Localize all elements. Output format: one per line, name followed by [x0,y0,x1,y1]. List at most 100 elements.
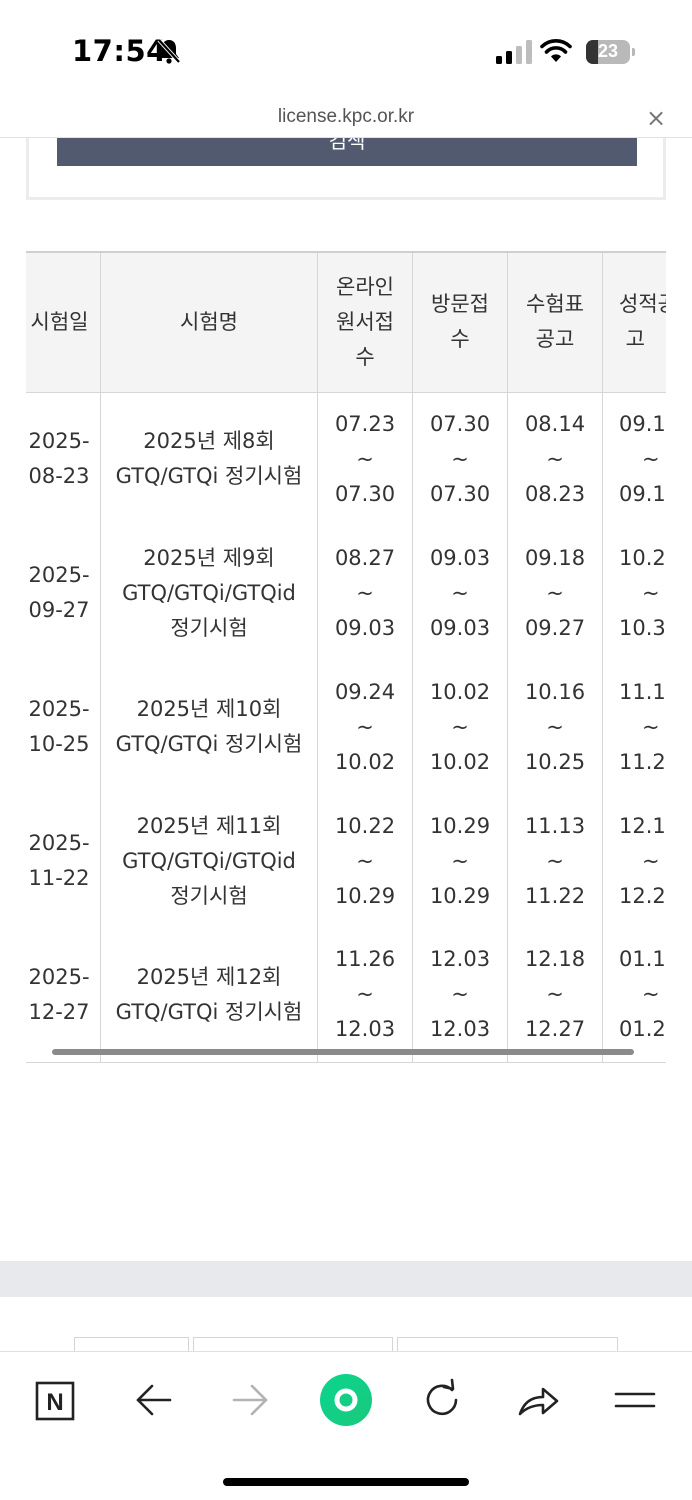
naver-n-icon[interactable]: N [28,1374,80,1426]
ticket-notice-period-end: 09.27 [508,611,602,646]
share-icon[interactable] [512,1374,564,1426]
ticket-notice-period-start: 08.14 [508,407,602,442]
status-bar: 17:54 23 [0,0,692,100]
score-notice-period-end: 10.31 [619,611,666,646]
wifi-icon [540,38,572,64]
exam-date-cell: 2025-11-22 [26,794,101,928]
menu-icon[interactable] [608,1374,660,1426]
visit-apply-period-end: 10.02 [413,745,507,780]
range-separator: ~ [413,576,507,611]
close-icon[interactable]: × [644,106,668,130]
online-apply-period-cell: 11.26~12.03 [318,928,413,1062]
visit-apply-period-start: 10.29 [413,809,507,844]
battery-level-text: 23 [586,41,630,62]
bell-slash-icon [157,38,181,64]
url-text[interactable]: license.kpc.or.kr [0,106,692,128]
exam-name-cell: 2025년 제9회 GTQ/GTQi/GTQid 정기시험 [101,526,318,660]
header-online-apply: 온라인원서접수 [318,252,413,392]
score-notice-period-cell: 12.19~12.26 [603,794,667,928]
url-bar[interactable]: license.kpc.or.kr × [0,100,692,138]
score-notice-period-end: 11.21 [619,745,666,780]
online-apply-period-start: 10.22 [318,809,412,844]
exam-name-cell: 2025년 제12회 GTQ/GTQi 정기시험 [101,928,318,1062]
range-separator: ~ [413,977,507,1012]
horizontal-scrollbar[interactable] [52,1049,634,1055]
ticket-notice-period-end: 11.22 [508,879,602,914]
range-separator: ~ [508,576,602,611]
online-apply-period-end: 10.29 [318,879,412,914]
cellular-signal-icon [496,40,532,64]
exam-name: 2025년 제8회 GTQ/GTQi 정기시험 [116,429,303,488]
header-exam-name: 시험명 [101,252,318,392]
visit-apply-period-cell: 10.29~10.29 [413,794,508,928]
score-notice-period-cell: 11.14~11.21 [603,660,667,794]
range-separator: ~ [508,442,602,477]
exam-name: 2025년 제11회 GTQ/GTQi/GTQid 정기시험 [122,814,296,908]
online-apply-period-cell: 07.23~07.30 [318,392,413,526]
search-button[interactable]: 검색 [57,138,637,166]
naver-letter: N [46,1389,63,1416]
score-notice-period-end: 09.19 [619,477,666,512]
online-apply-period-end: 07.30 [318,477,412,512]
range-separator: ~ [508,710,602,745]
range-separator: ~ [318,844,412,879]
reload-icon[interactable] [416,1374,468,1426]
exam-date-cell: 2025-10-25 [26,660,101,794]
online-apply-period-end: 12.03 [318,1012,412,1047]
table-header-row: 시험일 시험명 온라인원서접수 방문접수 수험표공고 성적공 고 [26,252,666,392]
arrow-right-icon[interactable] [224,1374,276,1426]
exam-name: 2025년 제12회 GTQ/GTQi 정기시험 [116,965,303,1024]
battery-indicator: 23 [586,40,636,64]
score-notice-period-cell: 10.24~10.31 [603,526,667,660]
arrow-left-icon[interactable] [128,1374,180,1426]
score-notice-period-start: 01.16 [619,942,666,977]
range-separator: ~ [318,977,412,1012]
home-indicator [223,1478,469,1486]
exam-name-cell: 2025년 제8회 GTQ/GTQi 정기시험 [101,392,318,526]
schedule-table: 시험일 시험명 온라인원서접수 방문접수 수험표공고 성적공 고 2025-08… [26,251,666,1063]
exam-name: 2025년 제9회 GTQ/GTQi/GTQid 정기시험 [122,546,296,640]
visit-apply-period-start: 10.02 [413,675,507,710]
visit-apply-period-end: 10.29 [413,879,507,914]
visit-apply-period-cell: 12.03~12.03 [413,928,508,1062]
visit-apply-period-start: 07.30 [413,407,507,442]
green-dot-icon[interactable] [318,1372,374,1428]
range-separator: ~ [413,442,507,477]
visit-apply-period-end: 09.03 [413,611,507,646]
visit-apply-period-end: 07.30 [413,477,507,512]
range-separator: ~ [508,844,602,879]
exam-date: 2025-08-23 [29,424,91,494]
score-notice-period-start: 12.19 [619,809,666,844]
visit-apply-period-end: 12.03 [413,1012,507,1047]
visit-apply-period-cell: 10.02~10.02 [413,660,508,794]
ticket-notice-period-cell: 11.13~11.22 [508,794,603,928]
range-separator: ~ [413,844,507,879]
visit-apply-period-start: 09.03 [413,541,507,576]
ticket-notice-period-start: 09.18 [508,541,602,576]
table-row: 2025-12-272025년 제12회 GTQ/GTQi 정기시험11.26~… [26,928,666,1062]
ticket-notice-period-start: 12.18 [508,942,602,977]
online-apply-period-start: 07.23 [318,407,412,442]
table-row: 2025-08-232025년 제8회 GTQ/GTQi 정기시험07.23~0… [26,392,666,526]
table-row: 2025-09-27 2025년 제9회 GTQ/GTQi/GTQid 정기시험 0… [26,526,666,660]
score-notice-period-start: 10.24 [619,541,666,576]
online-apply-period-cell: 10.22~10.29 [318,794,413,928]
table-row: 2025-11-22 2025년 제11회 GTQ/GTQi/GTQid 정기시험… [26,794,666,928]
score-notice-period-cell: 01.16~01.23 [603,928,667,1062]
header-exam-date: 시험일 [26,252,101,392]
exam-name-cell: 2025년 제10회 GTQ/GTQi 정기시험 [101,660,318,794]
exam-date-cell: 2025-09-27 [26,526,101,660]
visit-apply-period-cell: 09.03~09.03 [413,526,508,660]
score-notice-period-end: 01.23 [619,1012,666,1047]
range-separator: ~ [318,442,412,477]
schedule-table-scroll[interactable]: 시험일 시험명 온라인원서접수 방문접수 수험표공고 성적공 고 2025-08… [26,251,666,1063]
online-apply-period-cell: 09.24~10.02 [318,660,413,794]
search-button-label: 검색 [329,138,366,153]
online-apply-period-start: 11.26 [318,942,412,977]
header-ticket-notice: 수험표공고 [508,252,603,392]
online-apply-period-end: 10.02 [318,745,412,780]
ticket-notice-period-cell: 09.18~09.27 [508,526,603,660]
ticket-notice-period-start: 10.16 [508,675,602,710]
ticket-notice-period-end: 10.25 [508,745,602,780]
header-visit-apply: 방문접수 [413,252,508,392]
